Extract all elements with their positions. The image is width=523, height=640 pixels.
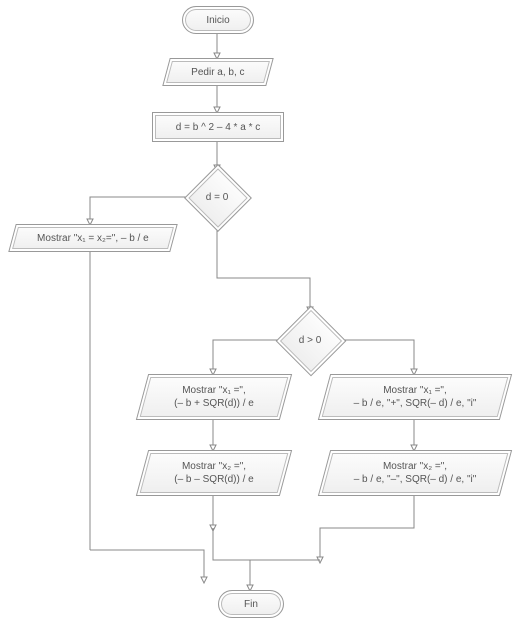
calc-d-label: d = b ^ 2 – 4 * a * c — [176, 121, 260, 134]
output-neg2-node: Mostrar "x₂ =", – b / e, "–", SQR(– d) /… — [318, 450, 512, 496]
out-neg2-l1: Mostrar "x₂ =", — [331, 460, 499, 473]
decision-d-eq-0: d = 0 — [194, 174, 240, 220]
out-pos2-l1: Mostrar "x₂ =", — [149, 460, 279, 473]
out-pos2-l2: (– b – SQR(d)) / e — [149, 473, 279, 486]
decision-d-gt-0: d > 0 — [286, 316, 334, 364]
out-neg1-l1: Mostrar "x₁ =", — [331, 384, 499, 397]
out-neg2-l2: – b / e, "–", SQR(– d) / e, "i" — [331, 473, 499, 486]
output-pos1-node: Mostrar "x₁ =", (– b + SQR(d)) / e — [136, 374, 292, 420]
calc-d-node: d = b ^ 2 – 4 * a * c — [152, 112, 284, 142]
start-node: Inicio — [182, 6, 254, 34]
start-label: Inicio — [206, 14, 229, 27]
end-label: Fin — [244, 598, 258, 611]
out-equal-label: Mostrar "x₁ = x₂=", – b / e — [37, 233, 149, 244]
output-equal-node: Mostrar "x₁ = x₂=", – b / e — [8, 224, 178, 252]
out-pos1-l1: Mostrar "x₁ =", — [149, 384, 279, 397]
output-neg1-node: Mostrar "x₁ =", – b / e, "+", SQR(– d) /… — [318, 374, 512, 420]
input-label: Pedir a, b, c — [191, 67, 244, 78]
output-pos2-node: Mostrar "x₂ =", (– b – SQR(d)) / e — [136, 450, 292, 496]
flowchart-canvas: Inicio Pedir a, b, c d = b ^ 2 – 4 * a *… — [0, 0, 523, 640]
out-neg1-l2: – b / e, "+", SQR(– d) / e, "i" — [331, 397, 499, 410]
end-node: Fin — [218, 590, 284, 618]
out-pos1-l2: (– b + SQR(d)) / e — [149, 397, 279, 410]
input-node: Pedir a, b, c — [162, 58, 274, 86]
